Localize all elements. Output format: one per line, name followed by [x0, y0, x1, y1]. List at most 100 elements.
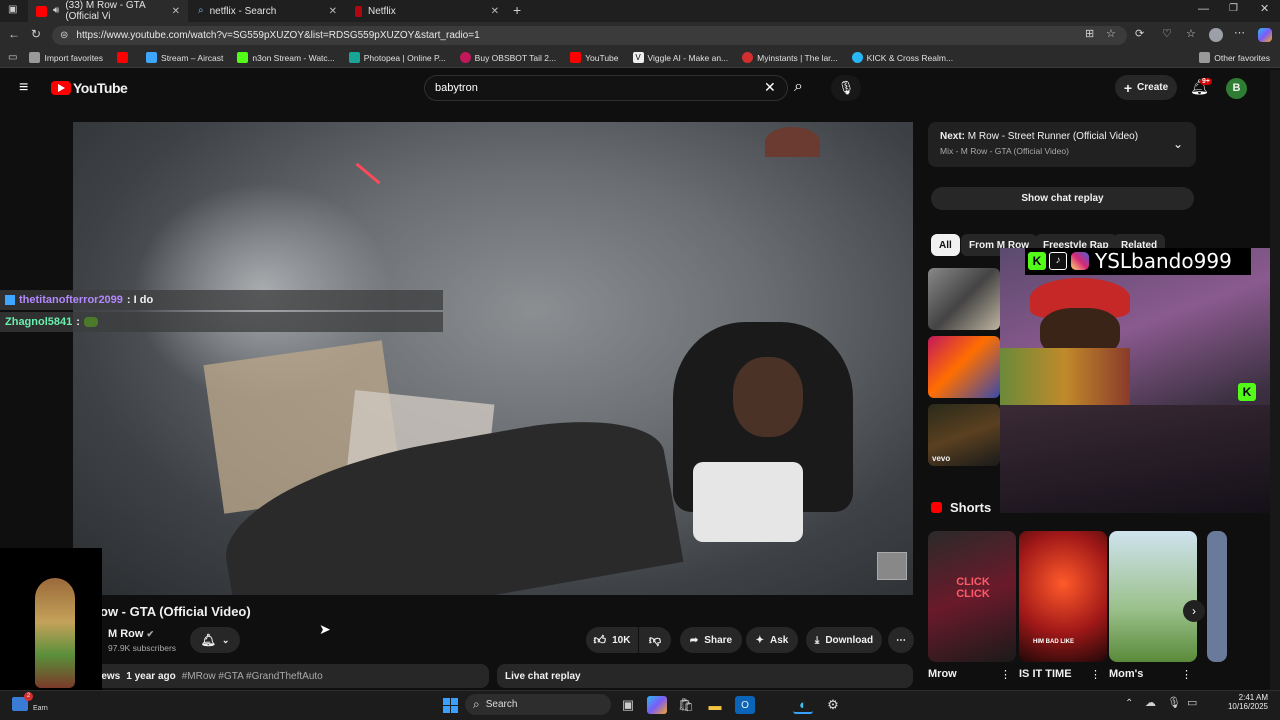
video-title: ow - GTA (Official Video): [100, 604, 251, 619]
short-thumbnail[interactable]: HIM BAD LIKE: [1019, 531, 1107, 662]
onedrive-icon[interactable]: ☁︎: [1145, 698, 1156, 709]
person-face: [733, 357, 803, 437]
bookmark-item[interactable]: KICK & Cross Realm...: [851, 52, 953, 63]
close-window-icon[interactable]: ✕: [1260, 4, 1269, 15]
maximize-icon[interactable]: ❐: [1229, 4, 1238, 14]
browser-essentials-icon[interactable]: ♡: [1162, 29, 1172, 40]
outlook-icon[interactable]: O: [735, 696, 755, 714]
create-button[interactable]: + Create: [1115, 75, 1177, 100]
network-icon[interactable]: ▭: [1187, 698, 1197, 709]
copilot-app-icon[interactable]: [647, 696, 667, 714]
tab-label: Netflix: [368, 5, 396, 17]
bookmark-item[interactable]: Photopea | Online P...: [348, 52, 446, 63]
more-actions-button[interactable]: ⋯: [888, 627, 914, 653]
channel-name-row[interactable]: M Row ✔: [108, 628, 154, 640]
next-up-panel[interactable]: Next: M Row - Street Runner (Official Vi…: [928, 122, 1196, 167]
short-menu-icon[interactable]: ⋮: [1090, 670, 1101, 681]
bookmark-item[interactable]: Myinstants | The lar...: [742, 52, 838, 63]
chat-text: :: [76, 316, 80, 328]
show-hidden-icons-icon[interactable]: ⌃: [1125, 699, 1133, 709]
instagram-logo-icon: [1071, 252, 1089, 270]
subscribed-bell-button[interactable]: 🔔︎ ⌄: [190, 627, 240, 653]
hashtags[interactable]: #MRow #GTA #GrandTheftAuto: [182, 671, 323, 682]
back-icon[interactable]: ←: [8, 28, 20, 40]
minimize-icon[interactable]: —: [1198, 4, 1209, 15]
youtube-logo-icon[interactable]: [51, 81, 71, 95]
dislike-button[interactable]: 👎︎: [639, 627, 671, 653]
short-thumbnail[interactable]: [1207, 531, 1227, 662]
profile-avatar[interactable]: [1209, 28, 1223, 42]
short-thumbnail[interactable]: CLICK CLICK: [928, 531, 1016, 662]
close-tab-icon[interactable]: ✕: [491, 6, 499, 17]
edge-browser-icon[interactable]: ◐: [793, 696, 813, 714]
copilot-icon[interactable]: [1258, 28, 1272, 42]
next-arrow-icon[interactable]: ›: [1183, 600, 1205, 622]
extensions-icon[interactable]: ⟳: [1135, 29, 1144, 40]
bookmark-item[interactable]: Stream – Aircast: [146, 52, 223, 63]
task-view-icon[interactable]: ▣: [618, 696, 638, 714]
account-avatar[interactable]: B: [1226, 78, 1247, 99]
store-icon[interactable]: 🛍︎: [676, 696, 696, 714]
taskbar-search[interactable]: ⌕ Search: [465, 694, 611, 715]
close-tab-icon[interactable]: ✕: [172, 6, 180, 17]
collections-icon[interactable]: ☆: [1186, 29, 1196, 40]
bookmark-item[interactable]: [117, 52, 132, 63]
tab-netflix-search[interactable]: ⌕ netflix - Search ✕: [190, 0, 345, 22]
kick-cross-favicon-icon: [851, 52, 863, 63]
show-chat-replay-button[interactable]: Show chat replay: [931, 187, 1194, 210]
short-title[interactable]: Mrow: [928, 668, 957, 680]
new-tab-button[interactable]: +: [513, 3, 521, 17]
speaker-icon[interactable]: 🔊︎: [53, 6, 59, 16]
settings-gear-icon[interactable]: ⚙︎: [823, 696, 843, 714]
bookmark-item[interactable]: n3on Stream - Watc...: [237, 52, 335, 63]
short-thumbnail[interactable]: [1109, 531, 1197, 662]
video-thumbnail[interactable]: [928, 268, 1000, 330]
short-menu-icon[interactable]: ⋮: [1181, 670, 1192, 681]
search-icon[interactable]: ⌕: [794, 79, 803, 95]
ask-button[interactable]: ✦ Ask: [746, 627, 798, 653]
voice-search-icon[interactable]: 🎙︎: [831, 75, 861, 101]
description-box[interactable]: views 1 year ago #MRow #GTA #GrandTheftA…: [73, 664, 489, 688]
bookmark-item[interactable]: Buy OBSBOT Tail 2...: [459, 52, 556, 63]
chip-all[interactable]: All: [931, 234, 960, 256]
short-title[interactable]: Mom's: [1109, 668, 1143, 680]
video-thumbnail[interactable]: [928, 336, 1000, 398]
download-button[interactable]: ⤓ Download: [806, 627, 882, 653]
bookmark-item[interactable]: YouTube: [570, 52, 619, 63]
bookmark-item[interactable]: V Viggle AI - Make an...: [632, 52, 728, 63]
channel-watermark[interactable]: [877, 552, 907, 580]
tab-netflix[interactable]: Netflix ✕: [347, 0, 507, 22]
app-available-icon[interactable]: ⊞: [1085, 29, 1094, 40]
clock[interactable]: 2:41 AM 10/16/2025: [1222, 693, 1268, 711]
page-scrollbar[interactable]: [1270, 70, 1280, 690]
chevron-down-icon[interactable]: ⌄: [1173, 138, 1183, 150]
sparkle-icon: ✦: [755, 634, 765, 646]
youtube-logo-text[interactable]: YouTube: [73, 80, 128, 96]
kick-logo-icon: K: [1028, 252, 1046, 270]
tab-youtube[interactable]: 🔊︎ (33) M Row - GTA (Official Vi ✕: [28, 0, 188, 22]
verified-icon: ✔: [146, 629, 155, 639]
refresh-icon[interactable]: ↻: [31, 28, 41, 40]
share-button[interactable]: ➦ Share: [680, 627, 742, 653]
short-title[interactable]: IS IT TIME: [1019, 668, 1072, 680]
like-button[interactable]: 👍︎ 10K: [586, 627, 638, 653]
search-input[interactable]: babytron: [424, 75, 788, 101]
url-field[interactable]: ⊜ https://www.youtube.com/watch?v=SG559p…: [52, 26, 1127, 45]
short-menu-icon[interactable]: ⋮: [1000, 670, 1011, 681]
hamburger-menu-icon[interactable]: ≡: [19, 80, 28, 96]
bookmark-item[interactable]: Import favorites: [29, 52, 103, 63]
tab-actions-icon[interactable]: ▣: [8, 5, 17, 15]
close-tab-icon[interactable]: ✕: [329, 6, 337, 17]
channel-name: M Row: [108, 628, 144, 640]
microphone-icon[interactable]: 🎙︎: [1167, 698, 1181, 709]
sidebar-toggle-icon[interactable]: ▭: [8, 52, 17, 63]
file-explorer-icon[interactable]: ▬: [705, 696, 725, 714]
video-thumbnail[interactable]: vevo: [928, 404, 1000, 466]
site-info-icon[interactable]: ⊜: [60, 30, 68, 41]
video-player[interactable]: [73, 122, 913, 595]
other-favorites[interactable]: Other favorites: [1199, 52, 1270, 63]
start-button[interactable]: [440, 696, 460, 714]
clear-search-icon[interactable]: ✕: [764, 80, 776, 94]
favorite-star-icon[interactable]: ☆: [1106, 29, 1116, 40]
more-options-icon[interactable]: ⋯: [1234, 28, 1245, 39]
